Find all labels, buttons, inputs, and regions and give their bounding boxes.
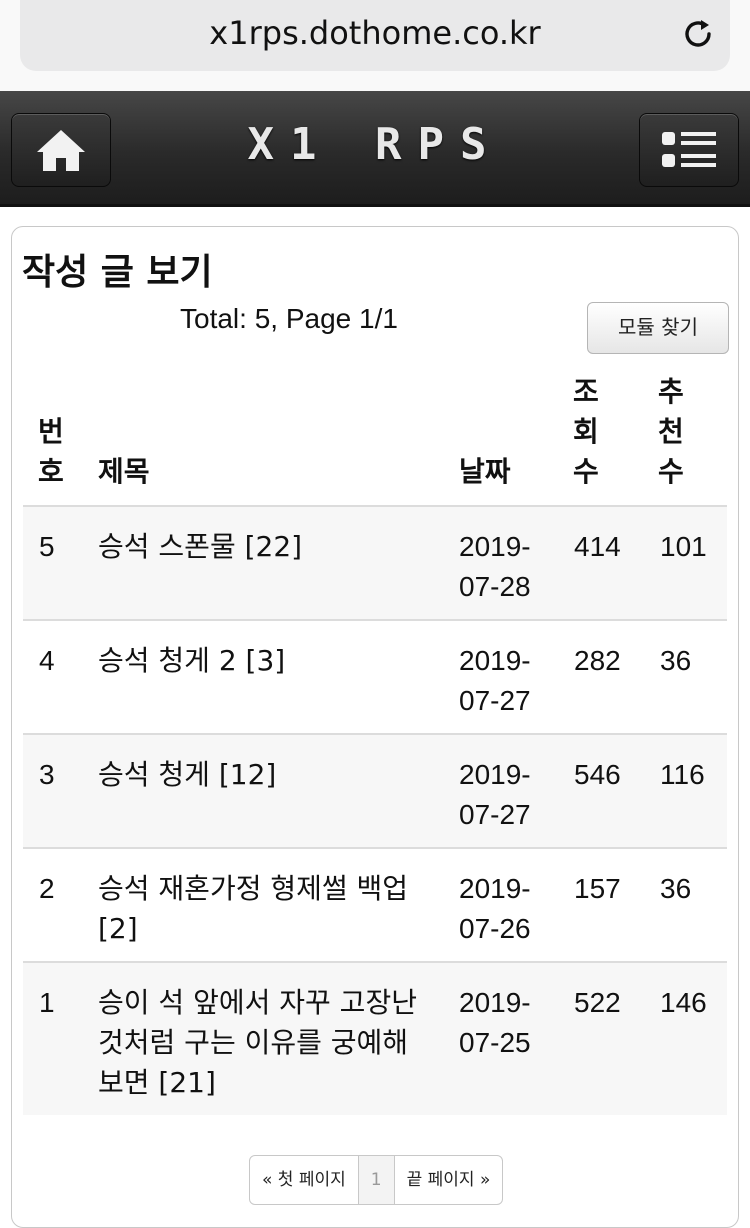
row-recommend: 116 bbox=[660, 759, 705, 790]
browser-chrome: x1rps.dothome.co.kr bbox=[0, 0, 750, 91]
list-menu-icon bbox=[662, 132, 716, 167]
table-row[interactable]: 2 승석 재혼가정 형제썰 백업 [2] 2019-07-26 157 36 bbox=[23, 847, 727, 962]
row-no: 3 bbox=[39, 759, 55, 790]
column-header-no: 번호 bbox=[38, 415, 64, 488]
row-views: 282 bbox=[574, 645, 621, 676]
column-header-title: 제목 bbox=[98, 455, 150, 488]
content-panel: 작성 글 보기 Total: 5, Page 1/1 모듈 찾기 번호 제목 날… bbox=[11, 226, 739, 1228]
row-recommend: 146 bbox=[660, 987, 707, 1018]
row-recommend: 36 bbox=[660, 645, 692, 676]
page-title: 작성 글 보기 bbox=[22, 252, 213, 293]
table-row[interactable]: 4 승석 청게 2 [3] 2019-07-27 282 36 bbox=[23, 619, 727, 734]
row-no: 5 bbox=[39, 531, 55, 562]
row-date: 2019-07-27 bbox=[459, 645, 531, 716]
row-title-link[interactable]: 승석 재혼가정 형제썰 백업 [2] bbox=[98, 869, 428, 949]
row-views: 414 bbox=[574, 531, 621, 562]
row-views: 522 bbox=[574, 987, 621, 1018]
table-row[interactable]: 3 승석 청게 [12] 2019-07-27 546 116 bbox=[23, 733, 727, 848]
row-title-link[interactable]: 승이 석 앞에서 자꾸 고장난 것처럼 구는 이유를 궁예해보면 [21] bbox=[98, 983, 428, 1103]
menu-button[interactable] bbox=[639, 113, 739, 187]
row-title-link[interactable]: 승석 스폰물 [22] bbox=[98, 527, 428, 567]
row-date: 2019-07-26 bbox=[459, 873, 531, 944]
row-no: 2 bbox=[39, 873, 55, 904]
row-date: 2019-07-27 bbox=[459, 759, 531, 830]
pagination: « 첫 페이지 1 끝 페이지 » bbox=[249, 1155, 504, 1205]
row-views: 546 bbox=[574, 759, 621, 790]
table-row[interactable]: 5 승석 스폰물 [22] 2019-07-28 414 101 bbox=[23, 505, 727, 620]
url-text[interactable]: x1rps.dothome.co.kr bbox=[20, 14, 730, 52]
row-title-link[interactable]: 승석 청게 2 [3] bbox=[98, 641, 428, 681]
row-recommend: 101 bbox=[660, 531, 707, 562]
column-header-views: 조회수 bbox=[573, 375, 599, 488]
row-recommend: 36 bbox=[660, 873, 692, 904]
site-header: X1 RPS bbox=[0, 91, 750, 207]
module-search-button[interactable]: 모듈 찾기 bbox=[587, 302, 729, 354]
row-date: 2019-07-25 bbox=[459, 987, 531, 1058]
column-header-date: 날짜 bbox=[459, 455, 511, 488]
column-header-recommend: 추천수 bbox=[658, 375, 684, 488]
address-bar[interactable]: x1rps.dothome.co.kr bbox=[20, 0, 730, 71]
total-count: Total: 5, Page 1/1 bbox=[180, 303, 398, 334]
row-date: 2019-07-28 bbox=[459, 531, 531, 602]
site-title[interactable]: X1 RPS bbox=[0, 119, 750, 170]
row-no: 1 bbox=[39, 987, 55, 1018]
row-views: 157 bbox=[574, 873, 621, 904]
row-no: 4 bbox=[39, 645, 55, 676]
table-row[interactable]: 1 승이 석 앞에서 자꾸 고장난 것처럼 구는 이유를 궁예해보면 [21] … bbox=[23, 961, 727, 1115]
reload-icon[interactable] bbox=[680, 16, 716, 52]
row-title-link[interactable]: 승석 청게 [12] bbox=[98, 755, 428, 795]
